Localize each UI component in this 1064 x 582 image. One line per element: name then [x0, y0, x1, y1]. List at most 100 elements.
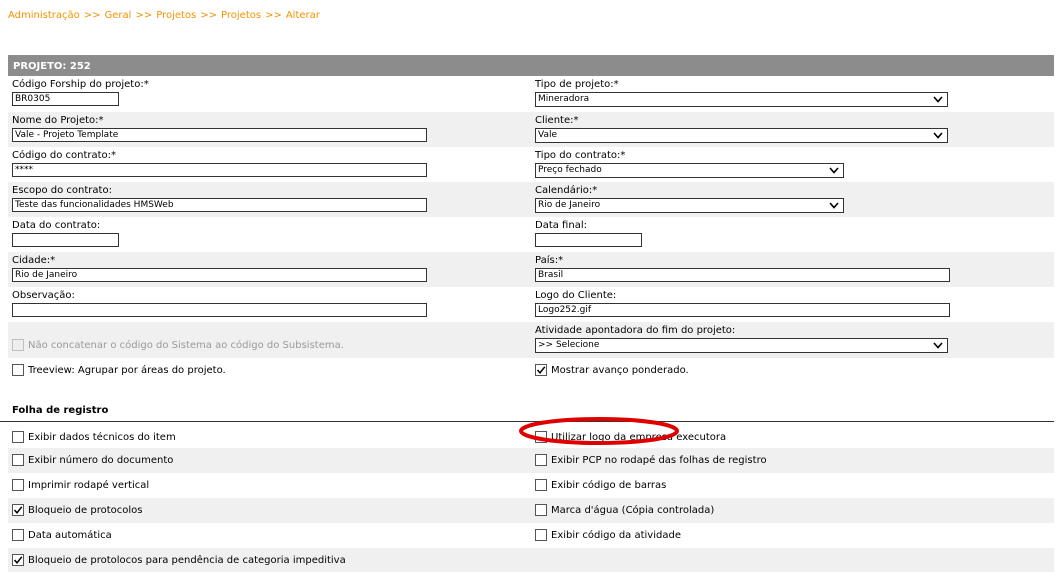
- data-contrato-label: Data do contrato:: [12, 220, 101, 231]
- tipo-contrato-select[interactable]: Preço fechado: [535, 163, 844, 178]
- form-row-6: Cidade:* Rio de Janeiro País:* Brasil: [8, 252, 1054, 287]
- chevron-down-icon: [933, 132, 943, 139]
- codigo-contrato-group: Código do contrato:* ****: [12, 150, 427, 177]
- cliente-label: Cliente:*: [535, 115, 579, 126]
- form-row-8: Não concatenar o código do Sistema ao có…: [8, 322, 1054, 358]
- chevron-down-icon: [933, 342, 943, 349]
- treeview-checkbox[interactable]: [12, 364, 24, 376]
- calendario-label: Calendário:*: [535, 185, 598, 196]
- folha-row-1: Exibir dados técnicos do item Utilizar l…: [8, 426, 1054, 448]
- breadcrumb-item-administracao[interactable]: Administração: [8, 10, 80, 21]
- cliente-value: Vale: [538, 130, 558, 140]
- codigo-contrato-input[interactable]: ****: [12, 163, 427, 177]
- form-row-4: Escopo do contrato: Teste das funcionali…: [8, 182, 1054, 217]
- codigo-forship-label: Código Forship do projeto:*: [12, 79, 149, 90]
- form-row-9: Treeview: Agrupar por áreas do projeto. …: [8, 358, 1054, 382]
- exibir-dados-tecnicos-label: Exibir dados técnicos do item: [28, 431, 176, 443]
- form-row-2: Nome do Projeto:* Vale - Projeto Templat…: [8, 112, 1054, 147]
- tipo-contrato-group: Tipo do contrato:* Preço fechado: [535, 150, 844, 178]
- breadcrumb-separator: >>: [83, 10, 101, 21]
- exibir-numero-documento-checkbox[interactable]: [12, 454, 24, 466]
- data-automatica-checkbox[interactable]: [12, 529, 24, 541]
- folha-row-4: Bloqueio de protocolos Marca d'água (Cóp…: [8, 498, 1054, 523]
- folha-left-2: Exibir número do documento: [12, 452, 173, 468]
- nao-concatenar-group: Não concatenar o código do Sistema ao có…: [12, 337, 344, 353]
- imprimir-rodape-vertical-checkbox[interactable]: [12, 479, 24, 491]
- folha-row-3: Imprimir rodapé vertical Exibir código d…: [8, 473, 1054, 498]
- imprimir-rodape-vertical-label: Imprimir rodapé vertical: [28, 479, 150, 491]
- utilizar-logo-executora-checkbox[interactable]: [535, 431, 547, 443]
- exibir-codigo-barras-label: Exibir código de barras: [551, 479, 667, 491]
- data-contrato-group: Data do contrato:: [12, 220, 119, 247]
- data-final-label: Data final:: [535, 220, 587, 231]
- folha-row-2: Exibir número do documento Exibir PCP no…: [8, 448, 1054, 473]
- breadcrumb-item-geral[interactable]: Geral: [105, 10, 132, 21]
- logo-cliente-input[interactable]: Logo252.gif: [535, 303, 950, 317]
- exibir-codigo-atividade-checkbox[interactable]: [535, 529, 547, 541]
- atividade-apontadora-label: Atividade apontadora do fim do projeto:: [535, 325, 736, 336]
- exibir-pcp-rodape-label: Exibir PCP no rodapé das folhas de regis…: [551, 454, 767, 466]
- pais-input[interactable]: Brasil: [535, 268, 950, 282]
- bloqueio-pendencia-checkbox[interactable]: [12, 554, 24, 566]
- codigo-forship-input[interactable]: BR0305: [12, 92, 119, 106]
- tipo-projeto-value: Mineradora: [538, 94, 590, 104]
- nome-projeto-input[interactable]: Vale - Projeto Template: [12, 128, 427, 142]
- data-contrato-input[interactable]: [12, 233, 119, 247]
- breadcrumb-item-projetos[interactable]: Projetos: [156, 10, 196, 21]
- escopo-contrato-input[interactable]: Teste das funcionalidades HMSWeb: [12, 198, 427, 212]
- bloqueio-pendencia-label: Bloqueio de protolocos para pendência de…: [28, 554, 346, 566]
- cliente-group: Cliente:* Vale: [535, 115, 948, 143]
- marca-dagua-checkbox[interactable]: [535, 504, 547, 516]
- escopo-contrato-group: Escopo do contrato: Teste das funcionali…: [12, 185, 427, 212]
- codigo-forship-group: Código Forship do projeto:* BR0305: [12, 79, 149, 106]
- folha-right-4: Marca d'água (Cópia controlada): [535, 502, 714, 518]
- chevron-down-icon: [933, 96, 943, 103]
- cidade-group: Cidade:* Rio de Janeiro: [12, 255, 427, 282]
- tipo-projeto-label: Tipo de projeto:*: [535, 79, 619, 90]
- breadcrumb-item-projetos-2[interactable]: Projetos: [221, 10, 261, 21]
- mostrar-avanco-group: Mostrar avanço ponderado.: [535, 362, 689, 378]
- folha-left-5: Data automática: [12, 527, 112, 543]
- nome-projeto-group: Nome do Projeto:* Vale - Projeto Templat…: [12, 115, 427, 142]
- exibir-dados-tecnicos-checkbox[interactable]: [12, 431, 24, 443]
- calendario-select[interactable]: Rio de Janeiro: [535, 198, 844, 213]
- folha-left-3: Imprimir rodapé vertical: [12, 477, 149, 493]
- check-icon: [536, 366, 546, 374]
- form-row-7: Observação: Logo do Cliente: Logo252.gif: [8, 287, 1054, 322]
- escopo-contrato-label: Escopo do contrato:: [12, 185, 112, 196]
- cidade-input[interactable]: Rio de Janeiro: [12, 268, 427, 282]
- observacao-group: Observação:: [12, 290, 427, 317]
- breadcrumb-item-alterar[interactable]: Alterar: [286, 10, 320, 21]
- exibir-pcp-rodape-checkbox[interactable]: [535, 454, 547, 466]
- logo-cliente-label: Logo do Cliente:: [535, 290, 617, 301]
- codigo-contrato-label: Código do contrato:*: [12, 150, 117, 161]
- tipo-projeto-select[interactable]: Mineradora: [535, 92, 948, 107]
- form-row-5: Data do contrato: Data final:: [8, 217, 1054, 252]
- bloqueio-protocolos-checkbox[interactable]: [12, 504, 24, 516]
- mostrar-avanco-label: Mostrar avanço ponderado.: [551, 364, 689, 376]
- section-title-folha-registro: Folha de registro: [12, 405, 109, 416]
- treeview-group: Treeview: Agrupar por áreas do projeto.: [12, 362, 226, 378]
- observacao-input[interactable]: [12, 303, 427, 317]
- folha-left-4: Bloqueio de protocolos: [12, 502, 142, 518]
- atividade-apontadora-group: Atividade apontadora do fim do projeto: …: [535, 325, 948, 353]
- atividade-apontadora-select[interactable]: >> Selecione: [535, 338, 948, 353]
- utilizar-logo-executora-label: Utilizar logo da empresa executora: [551, 431, 727, 443]
- cliente-select[interactable]: Vale: [535, 128, 948, 143]
- data-final-group: Data final:: [535, 220, 642, 247]
- folha-right-5: Exibir código da atividade: [535, 527, 681, 543]
- breadcrumb: Administração >> Geral >> Projetos >> Projetos…: [8, 10, 320, 21]
- nao-concatenar-checkbox: [12, 339, 24, 351]
- exibir-numero-documento-label: Exibir número do documento: [28, 454, 174, 466]
- folha-right-2: Exibir PCP no rodapé das folhas de regis…: [535, 452, 767, 468]
- exibir-codigo-barras-checkbox[interactable]: [535, 479, 547, 491]
- data-automatica-label: Data automática: [28, 529, 112, 541]
- panel-title: PROJETO: 252: [8, 55, 1054, 76]
- logo-cliente-group: Logo do Cliente: Logo252.gif: [535, 290, 950, 317]
- data-final-input[interactable]: [535, 233, 642, 247]
- cidade-label: Cidade:*: [12, 255, 56, 266]
- mostrar-avanco-checkbox[interactable]: [535, 364, 547, 376]
- calendario-value: Rio de Janeiro: [538, 200, 601, 210]
- check-icon: [13, 506, 23, 514]
- breadcrumb-separator: >>: [135, 10, 153, 21]
